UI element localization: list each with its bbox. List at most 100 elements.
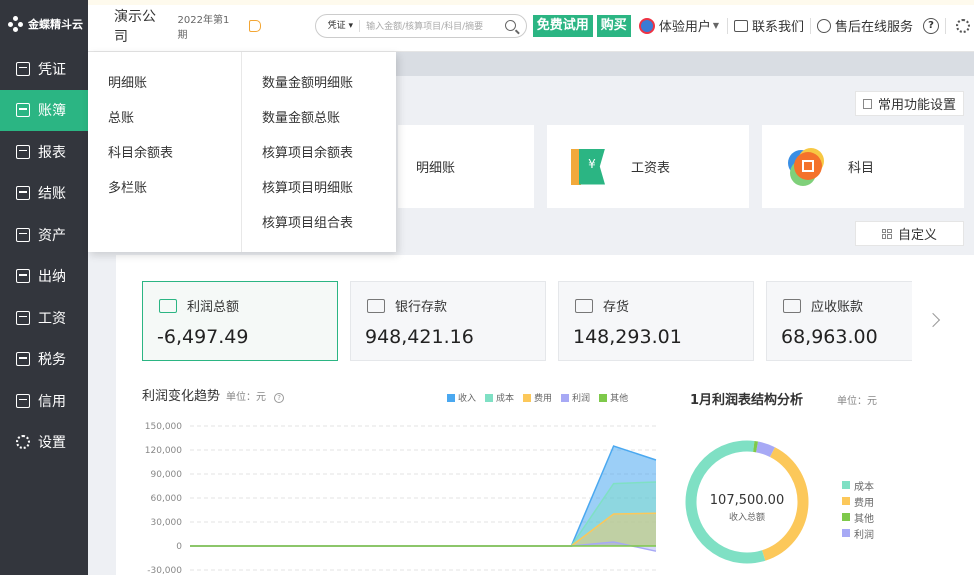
- sidebar-item-tax[interactable]: 税务: [0, 339, 88, 381]
- tax-icon: [16, 352, 30, 367]
- kpi-label: 存货: [603, 300, 630, 315]
- ledger-icon: [16, 103, 30, 118]
- legend-item[interactable]: 成本: [842, 477, 874, 493]
- sidebar-item-closing[interactable]: 结账: [0, 173, 88, 215]
- company-name[interactable]: 演示公司: [114, 6, 170, 46]
- dropdown-menu-item[interactable]: 总账: [108, 101, 241, 136]
- profit-trend-chart: 150,000 120,000 90,000 60,000 30,000 0 -30,000: [145, 422, 657, 575]
- kpi-value: 68,963.00: [781, 326, 878, 348]
- payroll-icon: ¥: [571, 148, 609, 185]
- avatar: [638, 17, 655, 34]
- sidebar-item-label: 设置: [38, 435, 66, 452]
- yuan-icon: [159, 298, 177, 313]
- sidebar-item-label: 信用: [38, 393, 66, 410]
- kpi-card-accounts-receivable[interactable]: 应收账款 68,963.00: [766, 281, 912, 361]
- user-menu[interactable]: 体验用户 ▼: [638, 16, 719, 35]
- top-bar: 演示公司 2022年第1期 凭证 ▾ 输入金额/核算项目/科目/摘要 免费试用 …: [88, 0, 974, 52]
- kpi-label: 利润总额: [187, 300, 240, 315]
- contact-us-link[interactable]: 联系我们: [733, 16, 804, 35]
- grid-icon: [881, 228, 892, 239]
- copy-icon: [862, 98, 872, 109]
- sidebar-item-ledger[interactable]: 账簿: [0, 89, 88, 131]
- ledger-dropdown-menu: 明细账 总账 科目余额表 多栏账 数量金额明细账 数量金额总账 核算项目余额表 核算项目明细…: [88, 52, 396, 252]
- dropdown-menu-item[interactable]: 明细账: [108, 66, 241, 101]
- dropdown-menu-item[interactable]: 核算项目组合表: [262, 206, 353, 241]
- logo-text: 金蝶精斗云: [28, 18, 83, 31]
- credit-icon: [16, 393, 30, 408]
- dropdown-menu-item[interactable]: 数量金额明细账: [262, 66, 353, 101]
- legend-item[interactable]: 利润: [561, 391, 590, 404]
- kpi-card-inventory[interactable]: 存货 148,293.01: [558, 281, 754, 361]
- chevron-right-icon[interactable]: [925, 312, 941, 328]
- free-trial-button[interactable]: 免费试用: [532, 14, 593, 37]
- customize-label: 自定义: [897, 228, 937, 243]
- divider: [809, 17, 811, 34]
- buy-button[interactable]: 购买: [596, 14, 631, 37]
- sidebar-item-reports[interactable]: 报表: [0, 131, 88, 173]
- accounts-icon: [786, 146, 828, 188]
- contact-us-label: 联系我们: [751, 20, 804, 35]
- customize-button[interactable]: 自定义: [855, 221, 964, 246]
- payroll-icon: [16, 310, 30, 325]
- y-tick-label: 60,000: [151, 494, 183, 504]
- wallet-icon: [783, 298, 801, 313]
- voucher-icon: [16, 61, 30, 76]
- help-icon: ?: [274, 393, 285, 403]
- donut-center-label: 收入总额: [729, 511, 765, 523]
- sidebar-item-settings[interactable]: 设置: [0, 422, 88, 464]
- kpi-value: 948,421.16: [365, 326, 474, 348]
- dropdown-menu-item[interactable]: 数量金额总账: [262, 101, 353, 136]
- legend-item[interactable]: 其他: [842, 509, 874, 525]
- trend-legend: 收入 成本 费用 利润 其他: [438, 391, 628, 404]
- legend-item[interactable]: 利润: [842, 525, 874, 541]
- dropdown-menu-item[interactable]: 核算项目明细账: [262, 171, 353, 206]
- legend-item[interactable]: 费用: [842, 493, 874, 509]
- service-link[interactable]: 售后在线服务: [816, 16, 913, 35]
- sidebar-item-label: 账簿: [38, 103, 66, 120]
- legend-item[interactable]: 其他: [599, 391, 628, 404]
- common-functions-settings-button[interactable]: 常用功能设置: [855, 91, 964, 116]
- sidebar-item-credit[interactable]: 信用: [0, 380, 88, 422]
- wallet-icon: [575, 298, 593, 313]
- kpi-card-total-profit[interactable]: 利润总额 -6,497.49: [142, 281, 338, 361]
- shortcut-ledger-card[interactable]: 明细账: [398, 125, 534, 208]
- y-tick-label: 0: [176, 542, 182, 552]
- sidebar-item-voucher[interactable]: 凭证: [0, 48, 88, 90]
- user-name: 体验用户: [658, 20, 711, 35]
- help-icon: ?: [922, 17, 939, 34]
- shortcut-payroll-card[interactable]: ¥ 工资表: [547, 125, 749, 208]
- shortcut-accounts-card[interactable]: 科目: [762, 125, 964, 208]
- sidebar-item-label: 结账: [38, 186, 66, 203]
- help-button[interactable]: ?: [922, 17, 939, 34]
- search-icon[interactable]: [504, 20, 516, 31]
- sidebar-item-cashier[interactable]: 出纳: [0, 256, 88, 298]
- kpi-label: 银行存款: [395, 300, 448, 315]
- donut-center-value: 107,500.00: [710, 493, 784, 508]
- kpi-card-bank-deposit[interactable]: 银行存款 948,421.16: [350, 281, 546, 361]
- closing-icon: [16, 186, 30, 201]
- logo[interactable]: 金蝶精斗云: [0, 0, 88, 48]
- shortcut-label: 明细账: [416, 161, 456, 176]
- sidebar-item-label: 资产: [38, 227, 66, 244]
- search-scope-select[interactable]: 凭证 ▾: [316, 19, 361, 32]
- logo-icon: [8, 16, 24, 32]
- y-tick-label: 150,000: [145, 422, 182, 432]
- sidebar: 金蝶精斗云 凭证账簿报表结账资产出纳工资 税务信用设置: [0, 0, 88, 575]
- sidebar-item-assets[interactable]: 资产: [0, 214, 88, 256]
- y-tick-label: 30,000: [151, 518, 183, 528]
- dropdown-menu-item[interactable]: 核算项目余额表: [262, 136, 353, 171]
- legend-item[interactable]: 成本: [485, 391, 514, 404]
- divider: [726, 17, 728, 34]
- donut-legend: 成本 费用 其他 利润: [842, 477, 874, 541]
- sidebar-item-payroll[interactable]: 工资: [0, 297, 88, 339]
- settings-button[interactable]: [955, 18, 974, 33]
- dropdown-menu-item[interactable]: 科目余额表: [108, 136, 241, 171]
- search-box[interactable]: 凭证 ▾ 输入金额/核算项目/科目/摘要: [314, 13, 527, 38]
- legend-item[interactable]: 收入: [447, 391, 476, 404]
- legend-item[interactable]: 费用: [523, 391, 552, 404]
- dashboard-panel: 利润总额 -6,497.49 银行存款 948,421.16 存货 148,293.01 应…: [116, 255, 974, 575]
- dropdown-menu-item[interactable]: 多栏账: [108, 171, 241, 206]
- sidebar-item-label: 出纳: [38, 269, 66, 286]
- speaker-icon[interactable]: [248, 19, 261, 32]
- search-input[interactable]: 输入金额/核算项目/科目/摘要: [360, 19, 505, 32]
